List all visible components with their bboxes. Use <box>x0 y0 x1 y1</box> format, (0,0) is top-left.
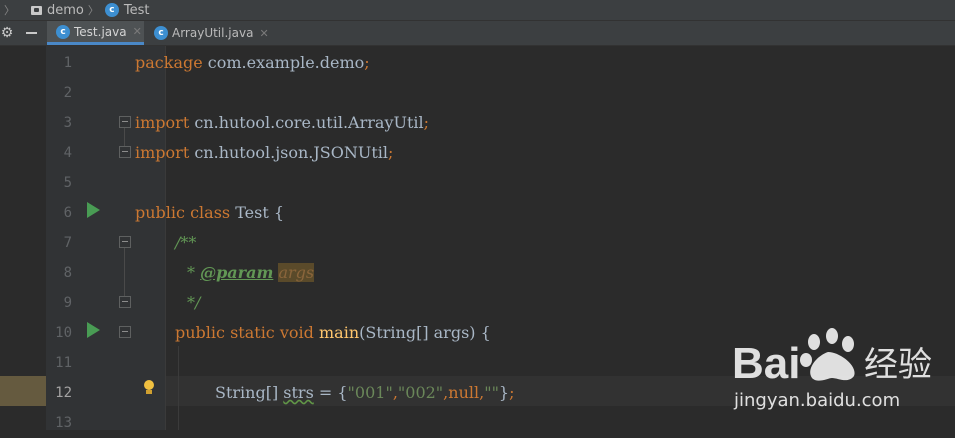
line-number: 1 <box>63 55 72 71</box>
keyword: void <box>279 323 314 342</box>
semicolon: ; <box>423 113 430 132</box>
run-main-icon[interactable] <box>87 322 100 338</box>
javadoc-open: /** <box>175 233 197 252</box>
breadcrumb-label: demo <box>47 2 84 18</box>
line-number: 9 <box>63 295 72 311</box>
semicolon: ; <box>364 53 370 72</box>
fold-javadoc-icon[interactable] <box>119 236 131 248</box>
gear-icon[interactable]: ⚙ <box>0 24 14 42</box>
class-icon: c <box>104 3 119 17</box>
fold-guide <box>124 248 125 296</box>
tool-window-strip <box>0 46 46 430</box>
line-number: 3 <box>63 115 72 131</box>
line-number: 2 <box>63 85 72 101</box>
class-icon: c <box>56 24 70 39</box>
keyword: public <box>135 203 185 222</box>
indent-guide <box>178 346 179 430</box>
javadoc-close: */ <box>187 293 201 312</box>
line-number: 4 <box>63 145 72 161</box>
line-number: 6 <box>63 205 72 221</box>
javadoc-star: * <box>187 263 201 282</box>
tab-test-java[interactable]: c Test.java ✕ <box>47 21 144 45</box>
string-literal: "" <box>484 383 499 402</box>
keyword: public <box>175 323 225 342</box>
minimize-icon[interactable] <box>26 32 37 34</box>
tab-label: ArrayUtil.java <box>172 26 254 40</box>
keyword: class <box>190 203 231 222</box>
variable-name: strs <box>283 383 314 402</box>
gutter-divider <box>165 46 166 430</box>
svg-text:Bai: Bai <box>732 339 800 388</box>
lightbulb-base <box>146 390 152 394</box>
type-name: String[] <box>215 383 284 402</box>
javadoc-tag: @param <box>200 263 274 282</box>
string-literal: "001" <box>347 383 393 402</box>
code-line-7: /** <box>175 226 196 256</box>
code-editor[interactable]: package com.example.demo; import cn.huto… <box>135 46 515 402</box>
fold-method-icon[interactable] <box>119 326 131 338</box>
code-line-10: public static void main(String[] args) { <box>175 316 491 346</box>
keyword: import <box>135 143 190 162</box>
tab-label: Test.java <box>74 24 127 39</box>
code-line-9: */ <box>187 286 200 316</box>
package-name: com.example.demo <box>202 53 365 72</box>
watermark-url: jingyan.baidu.com <box>734 390 901 411</box>
line-number: 10 <box>55 325 72 341</box>
close-icon[interactable]: ✕ <box>259 27 268 40</box>
tab-arrayutil-java[interactable]: c ArrayUtil.java ✕ <box>145 21 272 45</box>
semicolon: ; <box>509 383 515 402</box>
code-line-4: import cn.hutool.json.JSONUtil; <box>135 136 393 166</box>
code-line-8: * @param args <box>187 256 315 286</box>
assign: = { <box>313 383 348 402</box>
import-path: cn.hutool.core.util.ArrayUtil <box>189 113 424 132</box>
breadcrumb-label: Test <box>123 2 150 18</box>
fold-javadoc-end-icon[interactable] <box>119 296 131 308</box>
line-number: 7 <box>63 235 72 251</box>
keyword: import <box>135 113 190 132</box>
line-number: 13 <box>55 415 72 431</box>
baidu-jingyan-watermark: Bai 经验 jingyan.baidu.com <box>728 320 953 430</box>
class-icon: c <box>154 26 168 40</box>
close-icon[interactable]: ✕ <box>133 25 142 38</box>
brace: } <box>498 383 510 402</box>
current-line-marker <box>0 376 46 406</box>
fold-imports-end-icon[interactable] <box>119 146 131 158</box>
code-line-1: package com.example.demo; <box>135 46 370 76</box>
keyword: package <box>135 53 203 72</box>
fold-imports-icon[interactable] <box>119 116 131 128</box>
breadcrumb-separator: 〉 <box>4 4 15 17</box>
breadcrumb-item-demo[interactable]: demo <box>21 3 84 18</box>
svg-text:经验: 经验 <box>864 345 932 385</box>
run-class-icon[interactable] <box>87 202 100 218</box>
folder-icon <box>31 5 42 15</box>
line-number: 8 <box>63 265 72 281</box>
string-literal: "002" <box>397 383 444 402</box>
keyword: static <box>230 323 275 342</box>
brace: { <box>273 203 285 222</box>
breadcrumb-item-test[interactable]: c Test <box>104 2 150 18</box>
line-number-current: 12 <box>55 385 72 401</box>
line-number: 5 <box>63 175 72 191</box>
code-line-3: import cn.hutool.core.util.ArrayUtil; <box>135 106 429 136</box>
line-number: 11 <box>55 355 72 371</box>
breadcrumb: 〉 demo 〉 c Test <box>0 0 955 21</box>
code-line-12: String[] strs = {"001","002",null,""}; <box>215 376 515 406</box>
lightbulb-glass <box>144 380 154 390</box>
breadcrumb-separator: 〉 <box>87 4 99 17</box>
import-path: cn.hutool.json.JSONUtil <box>189 143 389 162</box>
fold-guide <box>124 128 125 146</box>
method-name: main <box>318 323 360 342</box>
method-params: (String[] args) { <box>359 323 491 342</box>
code-line-6: public class Test { <box>135 196 284 226</box>
javadoc-param: args <box>278 263 315 282</box>
class-name: Test <box>235 203 269 222</box>
semicolon: ; <box>388 143 394 162</box>
null-literal: null <box>448 383 480 402</box>
baidu-logo: Bai 经验 <box>732 328 932 388</box>
editor-tab-bar: ⚙ c Test.java ✕ c ArrayUtil.java ✕ <box>0 21 955 46</box>
